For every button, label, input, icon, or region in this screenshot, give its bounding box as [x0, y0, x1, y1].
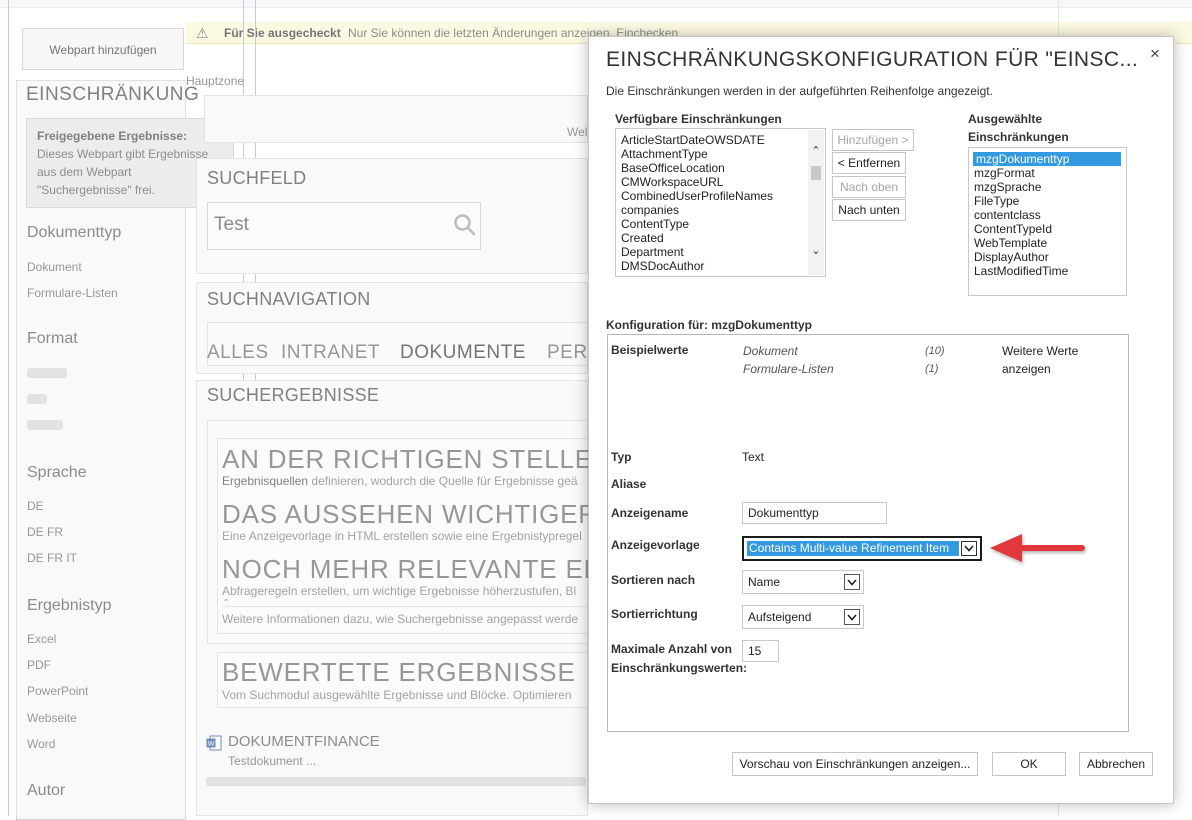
- list-option[interactable]: ArticleStartDateOWSDATE: [621, 133, 765, 147]
- list-option-selected[interactable]: mzgDokumenttyp: [973, 152, 1121, 166]
- list-option[interactable]: CMWorkspaceURL: [621, 175, 723, 189]
- sample-values-label: Beispielwerte: [611, 343, 689, 357]
- add-refiner-button[interactable]: Hinzufügen >: [832, 129, 914, 151]
- sort-direction-label: Sortierrichtung: [611, 607, 698, 621]
- list-option[interactable]: DisplayAuthor: [974, 250, 1049, 264]
- sort-by-value: Name: [748, 575, 781, 589]
- sample-value-count: (1): [925, 363, 939, 375]
- list-option[interactable]: ContentTypeId: [974, 222, 1052, 236]
- sort-direction-select[interactable]: Aufsteigend: [742, 605, 864, 629]
- more-values-link-2[interactable]: anzeigen: [1002, 362, 1051, 376]
- max-values-label: Maximale Anzahl von: [611, 642, 732, 656]
- dialog-description: Die Einschränkungen werden in der aufgef…: [606, 84, 993, 98]
- move-up-button[interactable]: Nach oben: [832, 176, 906, 198]
- display-template-value: Contains Multi-value Refinement Item: [747, 541, 959, 556]
- list-scrollbar[interactable]: ⌃ ⌄: [808, 130, 824, 275]
- sample-value: Formulare-Listen: [743, 362, 834, 376]
- list-option[interactable]: CombinedUserProfileNames: [621, 189, 773, 203]
- sample-value: Dokument: [743, 344, 798, 358]
- display-template-select[interactable]: Contains Multi-value Refinement Item: [742, 536, 982, 561]
- list-option[interactable]: contentclass: [974, 208, 1041, 222]
- sort-direction-value: Aufsteigend: [748, 610, 812, 624]
- display-template-label: Anzeigevorlage: [611, 538, 700, 552]
- aliases-label: Aliase: [611, 477, 647, 491]
- type-label: Typ: [611, 450, 632, 464]
- cancel-button[interactable]: Abbrechen: [1079, 752, 1153, 776]
- more-values-link[interactable]: Weitere Werte: [1002, 344, 1078, 358]
- list-option[interactable]: Created: [621, 231, 664, 245]
- chevron-down-icon[interactable]: [844, 574, 860, 590]
- list-option[interactable]: AttachmentType: [621, 147, 708, 161]
- type-value: Text: [742, 450, 765, 464]
- chevron-down-icon[interactable]: [961, 541, 977, 556]
- preview-refiners-button[interactable]: Vorschau von Einschränkungen anzeigen...: [732, 752, 978, 776]
- sample-value-count: (10): [925, 345, 945, 357]
- list-option[interactable]: FileType: [974, 194, 1019, 208]
- list-option[interactable]: companies: [621, 203, 679, 217]
- max-values-input[interactable]: 15: [742, 640, 779, 662]
- annotation-arrow-icon: [990, 534, 1085, 562]
- dialog-title: EINSCHRÄNKUNGSKONFIGURATION FÜR "EINSC..…: [606, 48, 1139, 71]
- scroll-up-icon[interactable]: ⌃: [808, 144, 824, 157]
- list-option[interactable]: mzgFormat: [974, 166, 1035, 180]
- move-down-button[interactable]: Nach unten: [832, 199, 906, 221]
- sort-by-label: Sortieren nach: [611, 573, 696, 587]
- list-option[interactable]: LastModifiedTime: [974, 264, 1068, 278]
- list-option[interactable]: ContentType: [621, 217, 689, 231]
- chevron-down-icon[interactable]: [844, 609, 860, 625]
- remove-refiner-button[interactable]: < Entfernen: [832, 152, 906, 174]
- selected-refiners-label: Ausgewählte: [968, 112, 1043, 126]
- max-values-label-2: Einschränkungswerten:: [611, 661, 748, 675]
- selected-refiners-label-2: Einschränkungen: [968, 130, 1069, 144]
- list-option[interactable]: WebTemplate: [974, 236, 1047, 250]
- list-option[interactable]: mzgSprache: [974, 180, 1041, 194]
- list-option[interactable]: BaseOfficeLocation: [621, 161, 725, 175]
- available-refiners-list[interactable]: ArticleStartDateOWSDATE AttachmentType B…: [615, 128, 826, 277]
- ok-button[interactable]: OK: [992, 752, 1066, 776]
- list-option[interactable]: Department: [621, 245, 684, 259]
- scroll-thumb[interactable]: [811, 166, 821, 180]
- list-option[interactable]: DMSDocAuthor: [621, 259, 704, 273]
- configuration-for-label: Konfiguration für: mzgDokumenttyp: [606, 318, 812, 332]
- available-refiners-label: Verfügbare Einschränkungen: [615, 112, 782, 126]
- sort-by-select[interactable]: Name: [742, 570, 864, 594]
- close-icon[interactable]: ×: [1146, 44, 1164, 64]
- scroll-down-icon[interactable]: ⌄: [808, 244, 824, 257]
- selected-refiners-list[interactable]: mzgDokumenttyp mzgFormat mzgSprache File…: [968, 147, 1127, 296]
- display-name-input[interactable]: Dokumenttyp: [742, 502, 887, 524]
- display-name-label: Anzeigename: [611, 506, 689, 520]
